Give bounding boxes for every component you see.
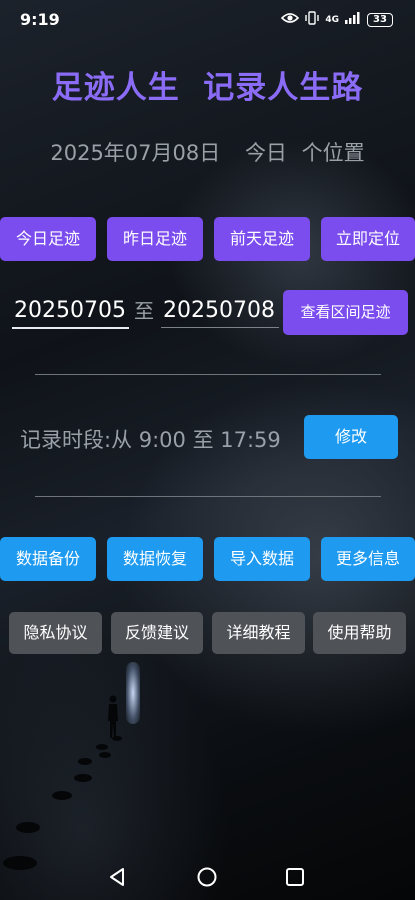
battery-icon: 33: [367, 12, 393, 27]
footprint: [78, 758, 92, 765]
app-title: 足迹人生 记录人生路: [51, 70, 364, 106]
status-time: 9:19: [20, 10, 60, 29]
footprint: [112, 736, 122, 741]
end-date-underline: [161, 327, 279, 328]
start-date-underline: [12, 327, 129, 329]
privacy-policy-button[interactable]: 隐私协议: [9, 612, 102, 654]
record-period-text: 记录时段:从 9:00 至 17:59: [20, 428, 281, 452]
network-type: 4G: [325, 14, 339, 25]
system-nav-bar: [0, 852, 415, 900]
range-to-label: 至: [134, 299, 154, 323]
start-date-input[interactable]: [14, 292, 130, 328]
vibrate-icon: [305, 11, 320, 28]
locate-now-button[interactable]: 立即定位: [321, 217, 415, 261]
divider-top: [35, 374, 381, 375]
home-icon[interactable]: [194, 864, 220, 890]
more-info-button[interactable]: 更多信息: [321, 537, 415, 581]
light-beam: [126, 662, 140, 724]
today-track-button[interactable]: 今日足迹: [0, 217, 96, 261]
edit-period-button[interactable]: 修改: [304, 415, 398, 459]
import-data-button[interactable]: 导入数据: [214, 537, 310, 581]
back-icon[interactable]: [105, 864, 131, 890]
footprint: [52, 791, 72, 800]
divider-bottom: [35, 496, 381, 497]
signal-icon: [345, 12, 361, 27]
footprint: [16, 822, 40, 833]
status-icons: 4G 33: [281, 11, 393, 28]
day-before-track-button[interactable]: 前天足迹: [214, 217, 310, 261]
help-button[interactable]: 使用帮助: [313, 612, 406, 654]
position-count: 个位置: [301, 141, 365, 165]
footprint: [99, 752, 111, 758]
eye-icon: [281, 12, 300, 27]
footprint: [96, 744, 108, 750]
tutorial-button[interactable]: 详细教程: [212, 612, 305, 654]
data-restore-button[interactable]: 数据恢复: [107, 537, 203, 581]
status-bar: 9:19 4G 33: [0, 0, 415, 38]
recents-icon[interactable]: [282, 864, 308, 890]
feedback-button[interactable]: 反馈建议: [111, 612, 203, 654]
view-range-track-button[interactable]: 查看区间足迹: [283, 290, 408, 335]
date-summary: 2025年07月08日 今日 个位置: [0, 137, 415, 167]
day-label: 今日: [244, 141, 287, 165]
yesterday-track-button[interactable]: 昨日足迹: [107, 217, 203, 261]
current-date: 2025年07月08日: [50, 141, 221, 165]
end-date-input[interactable]: [163, 292, 279, 328]
footprint: [74, 774, 92, 782]
data-backup-button[interactable]: 数据备份: [0, 537, 96, 581]
